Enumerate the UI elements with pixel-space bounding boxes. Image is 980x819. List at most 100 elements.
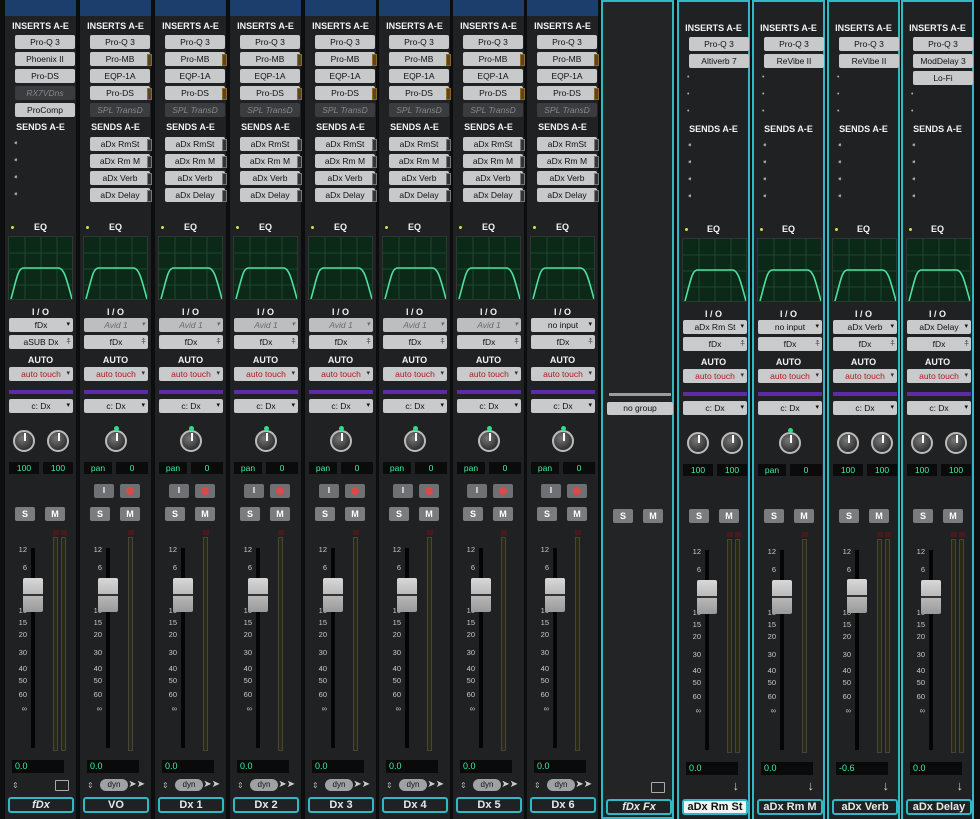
input-selector[interactable]: fDx ▾ xyxy=(9,318,73,332)
send-slot[interactable]: aDx RmSt xyxy=(90,137,150,151)
input-selector[interactable]: Avid 1 ▾ xyxy=(159,318,223,332)
insert-slot[interactable]: Pro-MB xyxy=(315,52,375,66)
automation-mode-selector[interactable]: auto touch ▾ xyxy=(383,367,447,381)
vca-group-selector[interactable]: c: Dx ▾ xyxy=(309,399,373,413)
input-monitor-button[interactable]: I xyxy=(169,484,189,498)
solo-button[interactable]: S xyxy=(764,509,784,523)
eq-curve-display[interactable] xyxy=(8,236,73,300)
send-slot[interactable]: aDx Delay xyxy=(389,188,449,202)
input-monitor-button[interactable]: I xyxy=(467,484,487,498)
insert-slot[interactable]: ProComp xyxy=(15,103,75,117)
insert-slot[interactable]: SPL TransD xyxy=(537,103,597,117)
dyn-button[interactable]: dyn xyxy=(175,779,203,791)
insert-empty-dot[interactable]: • xyxy=(762,108,768,115)
down-arrow-icon[interactable]: ↓ xyxy=(957,778,964,793)
vca-group-selector[interactable]: c: Dx ▾ xyxy=(457,399,521,413)
send-empty-arrow[interactable]: ➧ xyxy=(687,193,693,200)
mute-button[interactable]: M xyxy=(943,509,963,523)
pan-knob[interactable] xyxy=(478,426,500,452)
insert-slot[interactable]: Pro-Q 3 xyxy=(913,37,973,51)
volume-fader[interactable] xyxy=(772,580,792,614)
record-arm-button[interactable] xyxy=(567,484,587,498)
record-arm-button[interactable] xyxy=(345,484,365,498)
insert-slot[interactable]: Pro-Q 3 xyxy=(764,37,824,51)
send-slot[interactable]: aDx Rm M xyxy=(463,154,523,168)
volume-fader[interactable] xyxy=(397,578,417,612)
solo-button[interactable]: S xyxy=(15,507,35,521)
output-selector[interactable]: fDx ⍏ xyxy=(833,337,897,351)
track-name[interactable]: fDx Fx xyxy=(606,799,672,815)
send-empty-arrow[interactable]: ➧ xyxy=(837,176,843,183)
track-name[interactable]: Dx 1 xyxy=(158,797,224,813)
send-empty-arrow[interactable]: ➧ xyxy=(762,159,768,166)
eq-curve-display[interactable] xyxy=(83,236,148,300)
volume-fader[interactable] xyxy=(23,578,43,612)
fast-forward-icon[interactable]: ➤➤ xyxy=(501,779,518,790)
volume-fader[interactable] xyxy=(471,578,491,612)
input-monitor-button[interactable]: I xyxy=(244,484,264,498)
clip-indicator[interactable] xyxy=(353,530,359,535)
automation-mode-selector[interactable]: auto touch ▾ xyxy=(683,369,747,383)
insert-slot[interactable]: ReVibe II xyxy=(764,54,824,68)
insert-slot[interactable]: SPL TransD xyxy=(389,103,449,117)
eq-curve-display[interactable] xyxy=(308,236,373,300)
dyn-button[interactable]: dyn xyxy=(325,779,353,791)
insert-slot[interactable]: Pro-Q 3 xyxy=(165,35,225,49)
pan-value[interactable]: 0 xyxy=(415,462,447,474)
send-slot[interactable]: aDx Rm M xyxy=(537,154,597,168)
fast-forward-icon[interactable]: ➤➤ xyxy=(575,779,592,790)
insert-slot[interactable]: Pro-MB xyxy=(389,52,449,66)
vca-group-selector[interactable]: c: Dx ▾ xyxy=(383,399,447,413)
mute-button[interactable]: M xyxy=(419,507,439,521)
insert-empty-dot[interactable]: • xyxy=(837,108,843,115)
insert-slot[interactable]: EQP-1A xyxy=(240,69,300,83)
clip-indicator-right[interactable] xyxy=(885,532,891,537)
input-selector[interactable]: no input ▾ xyxy=(758,320,822,334)
solo-button[interactable]: S xyxy=(315,507,335,521)
send-slot[interactable]: aDx RmSt xyxy=(315,137,375,151)
output-selector[interactable]: fDx ⍏ xyxy=(683,337,747,351)
insert-slot[interactable]: ReVibe II xyxy=(839,54,899,68)
insert-empty-dot[interactable]: • xyxy=(762,74,768,81)
send-slot[interactable]: aDx Rm M xyxy=(389,154,449,168)
pan-knob[interactable] xyxy=(255,426,277,452)
pan-left-knob[interactable] xyxy=(911,432,933,454)
send-empty-arrow[interactable]: ➧ xyxy=(911,176,917,183)
down-arrow-icon[interactable]: ↓ xyxy=(733,778,740,793)
pan-right-knob[interactable] xyxy=(871,432,893,454)
volume-fader[interactable] xyxy=(921,580,941,614)
output-selector[interactable]: fDx ⍏ xyxy=(84,335,148,349)
automation-mode-selector[interactable]: auto touch ▾ xyxy=(907,369,971,383)
insert-slot[interactable]: Pro-Q 3 xyxy=(689,37,749,51)
input-monitor-button[interactable]: I xyxy=(393,484,413,498)
insert-slot[interactable]: Phoenix II xyxy=(15,52,75,66)
output-selector[interactable]: fDx ⍏ xyxy=(234,335,298,349)
automation-mode-selector[interactable]: auto touch ▾ xyxy=(531,367,595,381)
pan-value[interactable]: 0 xyxy=(116,462,148,474)
input-selector[interactable]: Avid 1 ▾ xyxy=(383,318,447,332)
send-slot[interactable]: aDx Delay xyxy=(315,188,375,202)
eq-curve-display[interactable] xyxy=(906,238,971,302)
send-slot[interactable]: aDx Delay xyxy=(165,188,225,202)
pan-value[interactable]: 0 xyxy=(563,462,595,474)
eq-curve-display[interactable] xyxy=(158,236,223,300)
insert-slot[interactable]: Pro-MB xyxy=(90,52,150,66)
pan-value[interactable]: 0 xyxy=(790,464,822,476)
dyn-button[interactable]: dyn xyxy=(547,779,575,791)
record-arm-button[interactable] xyxy=(419,484,439,498)
insert-slot[interactable]: SPL TransD xyxy=(463,103,523,117)
vca-group-selector[interactable]: c: Dx ▾ xyxy=(159,399,223,413)
insert-empty-dot[interactable]: • xyxy=(911,91,917,98)
insert-slot[interactable]: EQP-1A xyxy=(315,69,375,83)
solo-button[interactable]: S xyxy=(839,509,859,523)
record-arm-button[interactable] xyxy=(195,484,215,498)
track-name[interactable]: aDx Delay xyxy=(906,799,972,815)
send-slot[interactable]: aDx Verb xyxy=(165,171,225,185)
input-monitor-button[interactable]: I xyxy=(319,484,339,498)
send-slot[interactable]: aDx RmSt xyxy=(240,137,300,151)
solo-button[interactable]: S xyxy=(389,507,409,521)
pan-right-value[interactable]: 100 xyxy=(43,462,73,474)
track-name[interactable]: Dx 3 xyxy=(308,797,374,813)
output-selector[interactable]: fDx ⍏ xyxy=(531,335,595,349)
eq-curve-display[interactable] xyxy=(456,236,521,300)
